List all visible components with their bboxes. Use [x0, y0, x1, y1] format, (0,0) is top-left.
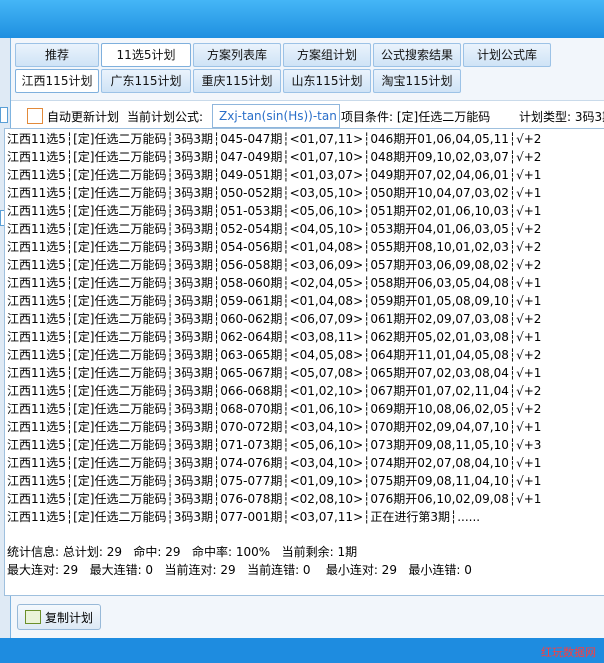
plan-row[interactable]: 江西11选5┆[定]任选二万能码┆3码3期┆045-047期┆<01,07,11…: [7, 130, 541, 148]
plan-row[interactable]: 江西11选5┆[定]任选二万能码┆3码3期┆068-070期┆<01,06,10…: [7, 400, 541, 418]
tab-tabs_row2-0[interactable]: 江西115计划: [15, 69, 99, 93]
tab-tabs_row2-1[interactable]: 广东115计划: [101, 69, 191, 93]
plan-rows: 江西11选5┆[定]任选二万能码┆3码3期┆045-047期┆<01,07,11…: [7, 130, 541, 526]
copy-plan-button[interactable]: 复制计划: [17, 604, 101, 630]
tab-tabs_row1-3[interactable]: 方案组计划: [283, 43, 371, 67]
tab-tabs_row2-4[interactable]: 淘宝115计划: [373, 69, 461, 93]
tab-tabs_row1-1[interactable]: 11选5计划: [101, 43, 191, 67]
plan-row[interactable]: 江西11选5┆[定]任选二万能码┆3码3期┆058-060期┆<02,04,05…: [7, 274, 541, 292]
plan-row[interactable]: 江西11选5┆[定]任选二万能码┆3码3期┆066-068期┆<01,02,10…: [7, 382, 541, 400]
title-bar: [0, 0, 604, 38]
plan-row[interactable]: 江西11选5┆[定]任选二万能码┆3码3期┆076-078期┆<02,08,10…: [7, 490, 541, 508]
plan-row[interactable]: 江西11选5┆[定]任选二万能码┆3码3期┆063-065期┆<04,05,08…: [7, 346, 541, 364]
plan-row[interactable]: 江西11选5┆[定]任选二万能码┆3码3期┆062-064期┆<03,08,11…: [7, 328, 541, 346]
plan-row[interactable]: 江西11选5┆[定]任选二万能码┆3码3期┆056-058期┆<03,06,09…: [7, 256, 541, 274]
plan-row[interactable]: 江西11选5┆[定]任选二万能码┆3码3期┆047-049期┆<01,07,10…: [7, 148, 541, 166]
plan-row[interactable]: 江西11选5┆[定]任选二万能码┆3码3期┆077-001期┆<03,07,11…: [7, 508, 541, 526]
tab-tabs_row1-2[interactable]: 方案列表库: [193, 43, 281, 67]
plan-row[interactable]: 江西11选5┆[定]任选二万能码┆3码3期┆075-077期┆<01,09,10…: [7, 472, 541, 490]
plan-row[interactable]: 江西11选5┆[定]任选二万能码┆3码3期┆071-073期┆<05,06,10…: [7, 436, 541, 454]
tab-bar-region: 江西115计划 广东115计划 重庆115计划 山东115计划 淘宝115计划: [15, 69, 461, 93]
plan-row[interactable]: 江西11选5┆[定]任选二万能码┆3码3期┆065-067期┆<05,07,08…: [7, 364, 541, 382]
plan-type: 计划类型: 3码3期: [519, 110, 604, 124]
formula-field[interactable]: Zxj-tan(sin(Hs))-tan: [212, 104, 340, 128]
tab-tabs_row2-3[interactable]: 山东115计划: [283, 69, 371, 93]
tab-tabs_row1-5[interactable]: 计划公式库: [463, 43, 551, 67]
copy-icon: [25, 610, 41, 624]
stats-line-1: 统计信息: 总计划: 29 命中: 29 命中率: 100% 当前剩余: 1期: [7, 545, 358, 559]
plan-row[interactable]: 江西11选5┆[定]任选二万能码┆3码3期┆049-051期┆<01,03,07…: [7, 166, 541, 184]
plan-row[interactable]: 江西11选5┆[定]任选二万能码┆3码3期┆052-054期┆<04,05,10…: [7, 220, 541, 238]
plan-row[interactable]: 江西11选5┆[定]任选二万能码┆3码3期┆059-061期┆<01,04,08…: [7, 292, 541, 310]
plan-row[interactable]: 江西11选5┆[定]任选二万能码┆3码3期┆051-053期┆<05,06,10…: [7, 202, 541, 220]
plan-row[interactable]: 江西11选5┆[定]任选二万能码┆3码3期┆060-062期┆<06,07,09…: [7, 310, 541, 328]
tab-tabs_row1-4[interactable]: 公式搜索结果: [373, 43, 461, 67]
current-formula-label: 当前计划公式:: [127, 110, 204, 124]
stats-line-2: 最大连对: 29 最大连错: 0 当前连对: 29 当前连错: 0 最小连对: …: [7, 563, 472, 577]
copy-plan-label: 复制计划: [45, 611, 94, 625]
plan-row[interactable]: 江西11选5┆[定]任选二万能码┆3码3期┆070-072期┆<03,04,10…: [7, 418, 541, 436]
watermark: 红玩数据网: [541, 646, 596, 659]
project-condition: 项目条件: [定]任选二万能码: [341, 110, 491, 124]
plan-row[interactable]: 江西11选5┆[定]任选二万能码┆3码3期┆050-052期┆<03,05,10…: [7, 184, 541, 202]
plan-row[interactable]: 江西11选5┆[定]任选二万能码┆3码3期┆074-076期┆<03,04,10…: [7, 454, 541, 472]
stats-block: 统计信息: 总计划: 29 命中: 29 命中率: 100% 当前剩余: 1期 …: [7, 543, 472, 579]
tab-tabs_row2-2[interactable]: 重庆115计划: [193, 69, 281, 93]
tab-tabs_row1-0[interactable]: 推荐: [15, 43, 99, 67]
plan-row[interactable]: 江西11选5┆[定]任选二万能码┆3码3期┆054-056期┆<01,04,08…: [7, 238, 541, 256]
tab-bar-lottery-type: 推荐 11选5计划 方案列表库 方案组计划 公式搜索结果 计划公式库: [15, 43, 551, 67]
plan-list[interactable]: 江西11选5┆[定]任选二万能码┆3码3期┆045-047期┆<01,07,11…: [4, 128, 604, 596]
dock-handle-icon[interactable]: [0, 107, 8, 123]
auto-update-label: 自动更新计划: [47, 110, 120, 124]
status-bar: [0, 638, 604, 663]
auto-update-checkbox[interactable]: [27, 108, 43, 124]
